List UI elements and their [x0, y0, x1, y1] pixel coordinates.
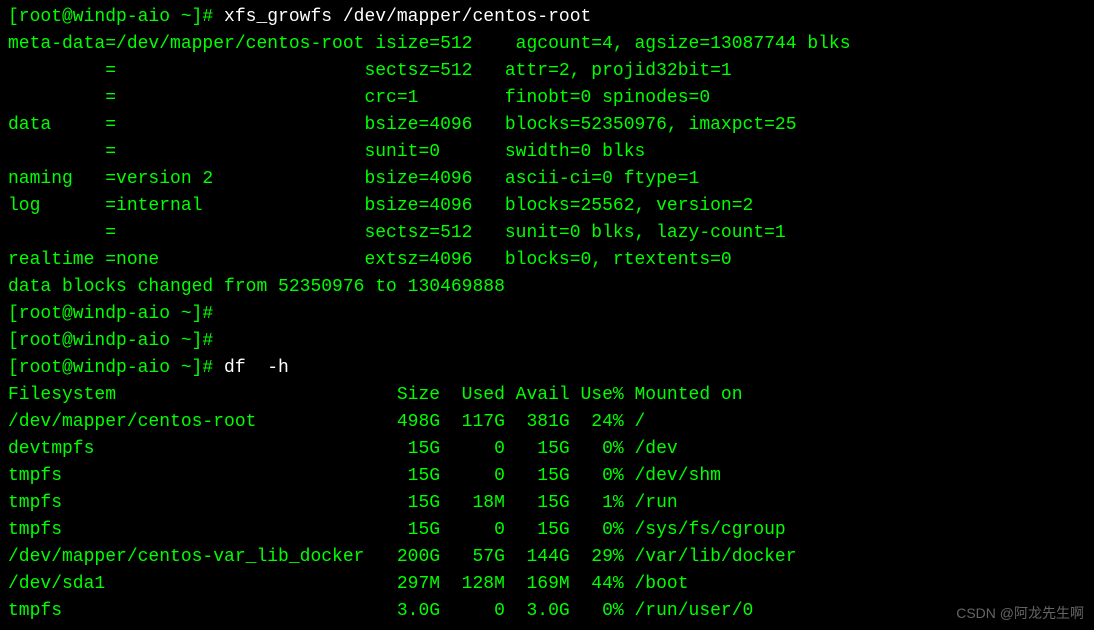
df-header: Filesystem Size Used Avail Use% Mounted … — [8, 382, 1086, 409]
df-row: /dev/sda1 297M 128M 169M 44% /boot — [8, 571, 1086, 598]
shell-prompt: [root@windp-aio ~]# — [8, 331, 224, 351]
df-row: tmpfs 15G 0 15G 0% /sys/fs/cgroup — [8, 517, 1086, 544]
xfs-output-line: = sectsz=512 sunit=0 blks, lazy-count=1 — [8, 220, 1086, 247]
prompt-line-1: [root@windp-aio ~]# xfs_growfs /dev/mapp… — [8, 4, 1086, 31]
xfs-output-line: data = bsize=4096 blocks=52350976, imaxp… — [8, 112, 1086, 139]
shell-prompt: [root@windp-aio ~]# — [8, 304, 224, 324]
watermark-text: CSDN @阿龙先生啊 — [956, 603, 1084, 624]
prompt-line-2: [root@windp-aio ~]# df -h — [8, 355, 1086, 382]
xfs-output-line: = crc=1 finobt=0 spinodes=0 — [8, 85, 1086, 112]
df-row: tmpfs 15G 0 15G 0% /dev/shm — [8, 463, 1086, 490]
terminal-output[interactable]: [root@windp-aio ~]# xfs_growfs /dev/mapp… — [8, 4, 1086, 625]
xfs-output-line: realtime =none extsz=4096 blocks=0, rtex… — [8, 247, 1086, 274]
command-df-h: df -h — [224, 358, 289, 378]
shell-prompt: [root@windp-aio ~]# — [8, 358, 224, 378]
xfs-output-line: log =internal bsize=4096 blocks=25562, v… — [8, 193, 1086, 220]
xfs-output-line: data blocks changed from 52350976 to 130… — [8, 274, 1086, 301]
xfs-output-line: = sunit=0 swidth=0 blks — [8, 139, 1086, 166]
df-row: devtmpfs 15G 0 15G 0% /dev — [8, 436, 1086, 463]
df-row: tmpfs 15G 18M 15G 1% /run — [8, 490, 1086, 517]
xfs-output-line: naming =version 2 bsize=4096 ascii-ci=0 … — [8, 166, 1086, 193]
df-row: /dev/mapper/centos-root 498G 117G 381G 2… — [8, 409, 1086, 436]
command-xfs-growfs: xfs_growfs /dev/mapper/centos-root — [224, 7, 591, 27]
df-row: tmpfs 3.0G 0 3.0G 0% /run/user/0 — [8, 598, 1086, 625]
xfs-output-line: = sectsz=512 attr=2, projid32bit=1 — [8, 58, 1086, 85]
df-row: /dev/mapper/centos-var_lib_docker 200G 5… — [8, 544, 1086, 571]
prompt-line-empty: [root@windp-aio ~]# — [8, 328, 1086, 355]
shell-prompt: [root@windp-aio ~]# — [8, 7, 224, 27]
xfs-output-line: meta-data=/dev/mapper/centos-root isize=… — [8, 31, 1086, 58]
prompt-line-empty: [root@windp-aio ~]# — [8, 301, 1086, 328]
